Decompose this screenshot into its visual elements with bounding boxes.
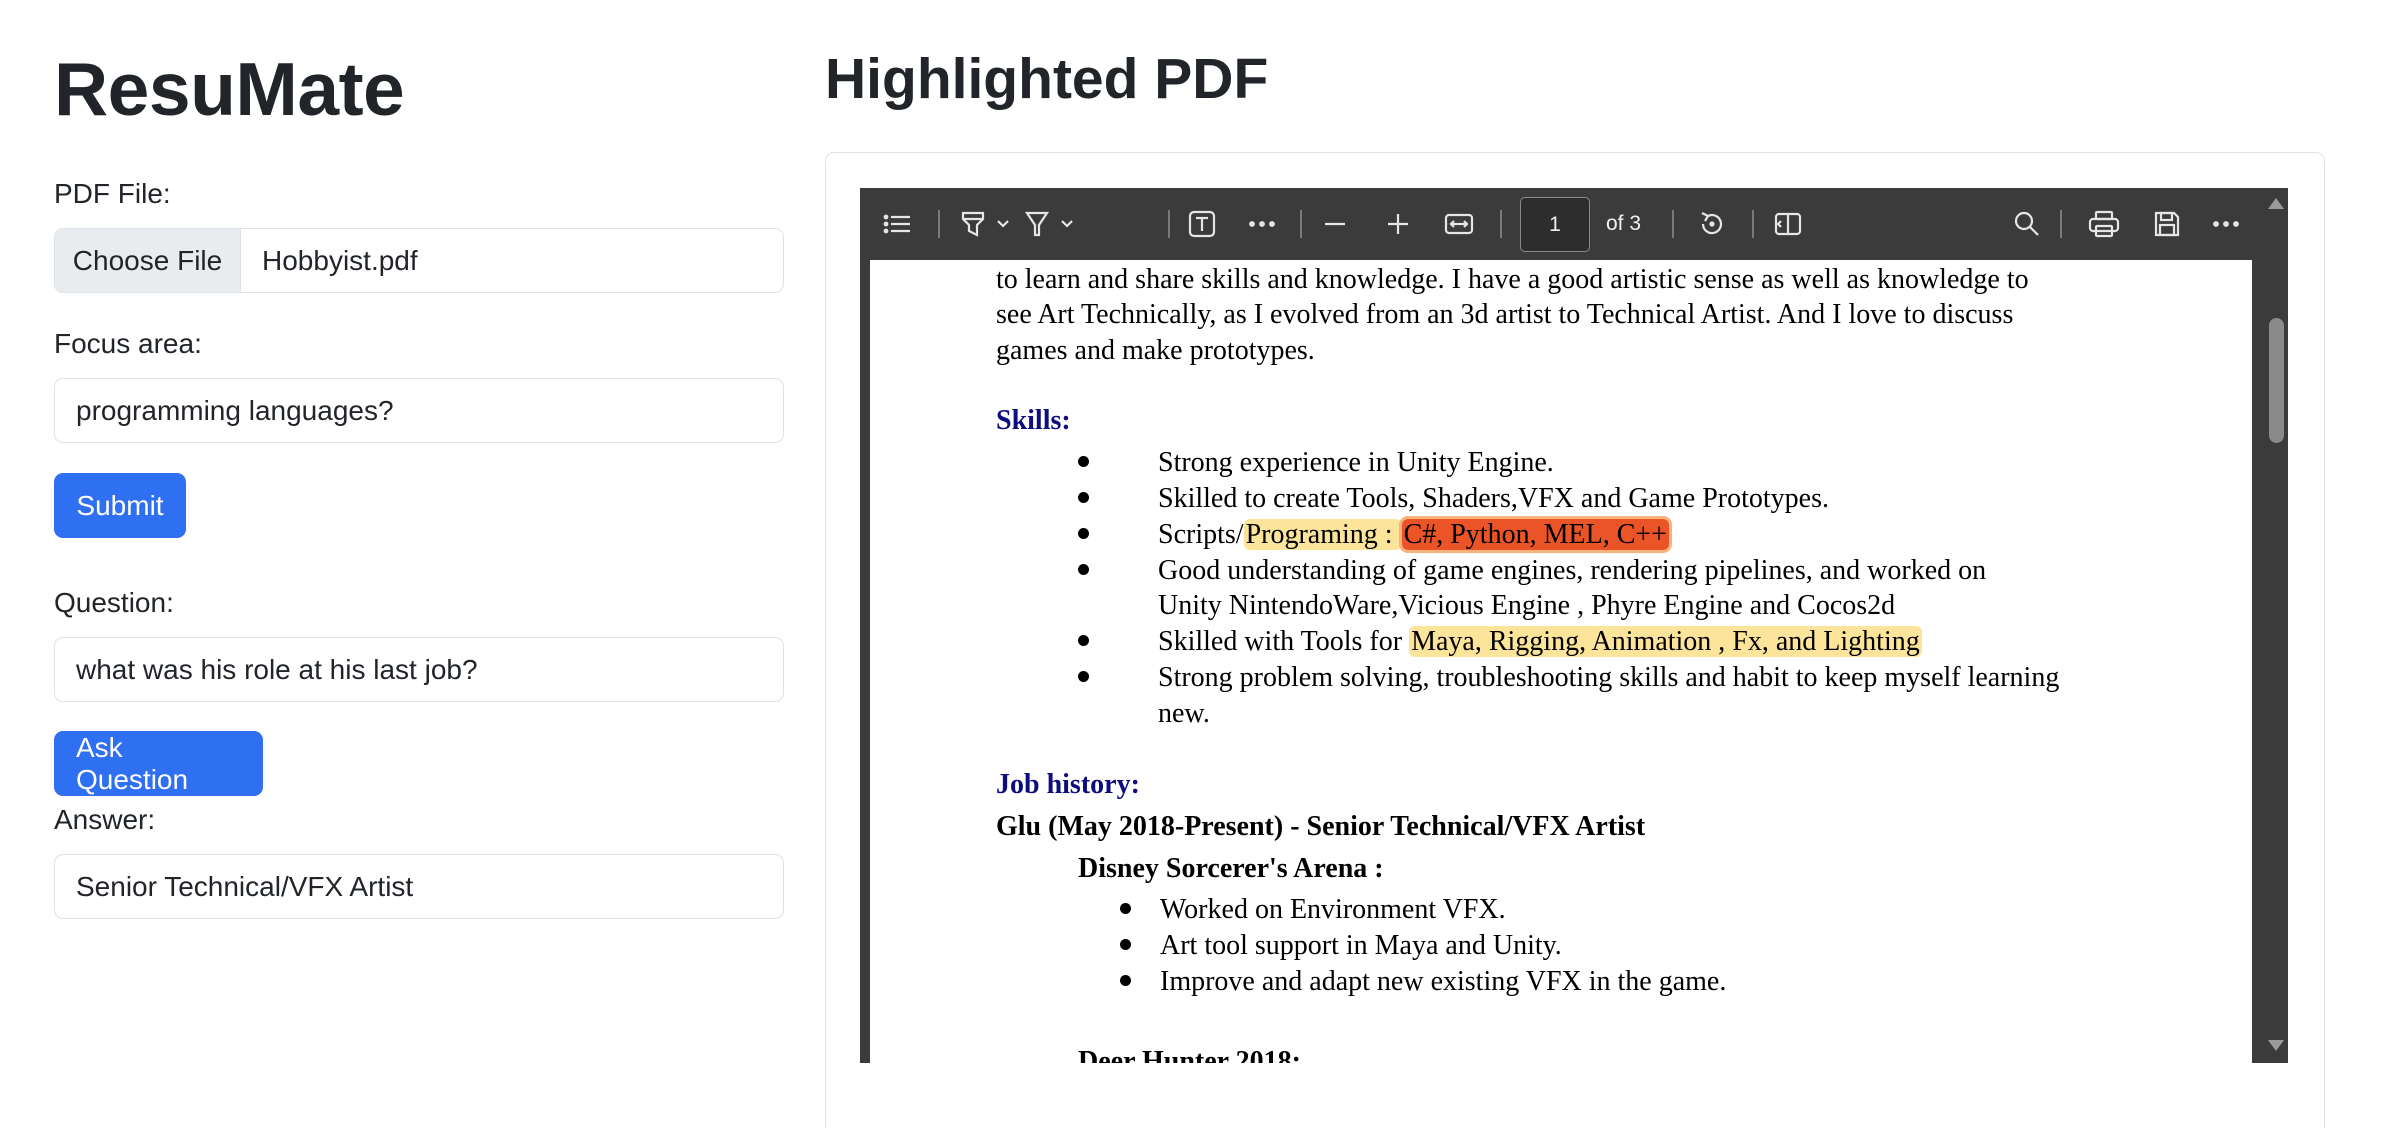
page-number-input[interactable]: 1 (1520, 197, 1590, 252)
toolbar-separator (1752, 210, 1754, 238)
toolbar-separator (1300, 210, 1302, 238)
skill-item: Strong experience in Unity Engine. (1158, 447, 1554, 478)
chevron-down-icon[interactable] (992, 188, 1014, 260)
choose-file-button[interactable]: Choose File (55, 229, 241, 292)
skill-scripts-prefix: Scripts/ (1158, 519, 1244, 550)
bullet (1078, 456, 1089, 467)
toolbar-separator (938, 210, 940, 238)
skill-item: Skilled to create Tools, Shaders,VFX and… (1158, 483, 1829, 514)
bullet (1120, 939, 1131, 950)
pdf-file-label: PDF File: (54, 178, 171, 209)
submit-button[interactable]: Submit (54, 473, 186, 538)
pdf-viewer[interactable]: 1 of 3 to learn and share skills and kno… (860, 188, 2288, 1063)
bullet (1078, 528, 1089, 539)
intro-line: games and make prototypes. (996, 335, 1315, 366)
more-icon[interactable] (1244, 188, 1280, 260)
job-history-heading: Job history: (996, 769, 1140, 800)
bullet (1078, 635, 1089, 646)
highlight-tools: Maya, Rigging, Animation , Fx, and Light… (1409, 626, 1922, 657)
question-input[interactable]: what was his role at his last job? (54, 637, 784, 702)
next-project-title: Deer Hunter 2018: (1078, 1046, 1301, 1064)
ask-question-button[interactable]: Ask Question (54, 731, 263, 796)
print-icon[interactable] (2086, 188, 2122, 260)
save-icon[interactable] (2150, 188, 2184, 260)
text-icon[interactable] (1184, 188, 1220, 260)
skill-item: Strong problem solving, troubleshooting … (1158, 662, 2060, 693)
search-icon[interactable] (2010, 188, 2044, 260)
pdf-toolbar: 1 of 3 (860, 188, 2265, 260)
project-item: Worked on Environment VFX. (1160, 894, 1506, 925)
toolbar-separator (1672, 210, 1674, 238)
viewer-title: Highlighted PDF (825, 47, 1269, 111)
app-title: ResuMate (54, 47, 405, 131)
pdf-page: to learn and share skills and knowledge.… (870, 260, 2252, 1063)
bullet (1078, 564, 1089, 575)
zoom-out-icon[interactable] (1320, 188, 1350, 260)
focus-area-label: Focus area: (54, 328, 202, 359)
job-title: Glu (May 2018-Present) - Senior Technica… (996, 811, 1646, 842)
answer-label: Answer: (54, 804, 156, 835)
question-label: Question: (54, 587, 174, 618)
project-item: Art tool support in Maya and Unity. (1160, 930, 1562, 961)
intro-line: to learn and share skills and knowledge.… (996, 264, 2029, 295)
file-name: Hobbyist.pdf (262, 244, 418, 276)
bullet (1078, 671, 1089, 682)
bullet (1120, 975, 1131, 986)
draw-icon[interactable] (1020, 188, 1054, 260)
pdf-file-input[interactable]: Choose File Hobbyist.pdf (54, 228, 784, 293)
toolbar-separator (1500, 210, 1502, 238)
skills-heading: Skills: (996, 405, 1071, 436)
scroll-down-arrow[interactable] (2268, 1040, 2284, 1051)
scrollbar[interactable] (2265, 188, 2288, 1063)
contents-icon[interactable] (878, 188, 916, 260)
fit-width-icon[interactable] (1442, 188, 1476, 260)
skill-tools-prefix: Skilled with Tools for (1158, 626, 1410, 657)
bullet (1078, 492, 1089, 503)
skill-item: Good understanding of game engines, rend… (1158, 555, 1987, 586)
chevron-down-icon[interactable] (1056, 188, 1078, 260)
skill-item-continued: new. (1158, 698, 1210, 729)
highlight-programming: Programing : (1243, 519, 1402, 550)
scroll-thumb[interactable] (2269, 318, 2284, 443)
rotate-icon[interactable] (1694, 188, 1730, 260)
scroll-up-arrow[interactable] (2268, 198, 2284, 209)
zoom-in-icon[interactable] (1383, 188, 1413, 260)
skill-item-continued: Unity NintendoWare,Vicious Engine , Phyr… (1158, 590, 1896, 621)
highlight-languages: C#, Python, MEL, C++ (1401, 519, 1669, 550)
more-options-icon[interactable] (2208, 188, 2244, 260)
focus-area-input[interactable]: programming languages? (54, 378, 784, 443)
highlight-icon[interactable] (956, 188, 990, 260)
intro-line: see Art Technically, as I evolved from a… (996, 299, 2014, 330)
project-title: Disney Sorcerer's Arena : (1078, 853, 1384, 884)
skill-item-scripts: Scripts/Programing : C#, Python, MEL, C+… (1158, 519, 1669, 550)
page-total-label: of 3 (1606, 212, 1642, 235)
skill-item-tools: Skilled with Tools for Maya, Rigging, An… (1158, 626, 1922, 657)
project-item: Improve and adapt new existing VFX in th… (1160, 966, 1727, 997)
toolbar-separator (1168, 210, 1170, 238)
toolbar-separator (2060, 210, 2062, 238)
bullet (1120, 903, 1131, 914)
answer-field[interactable]: Senior Technical/VFX Artist (54, 854, 784, 919)
page-view-icon[interactable] (1770, 188, 1806, 260)
